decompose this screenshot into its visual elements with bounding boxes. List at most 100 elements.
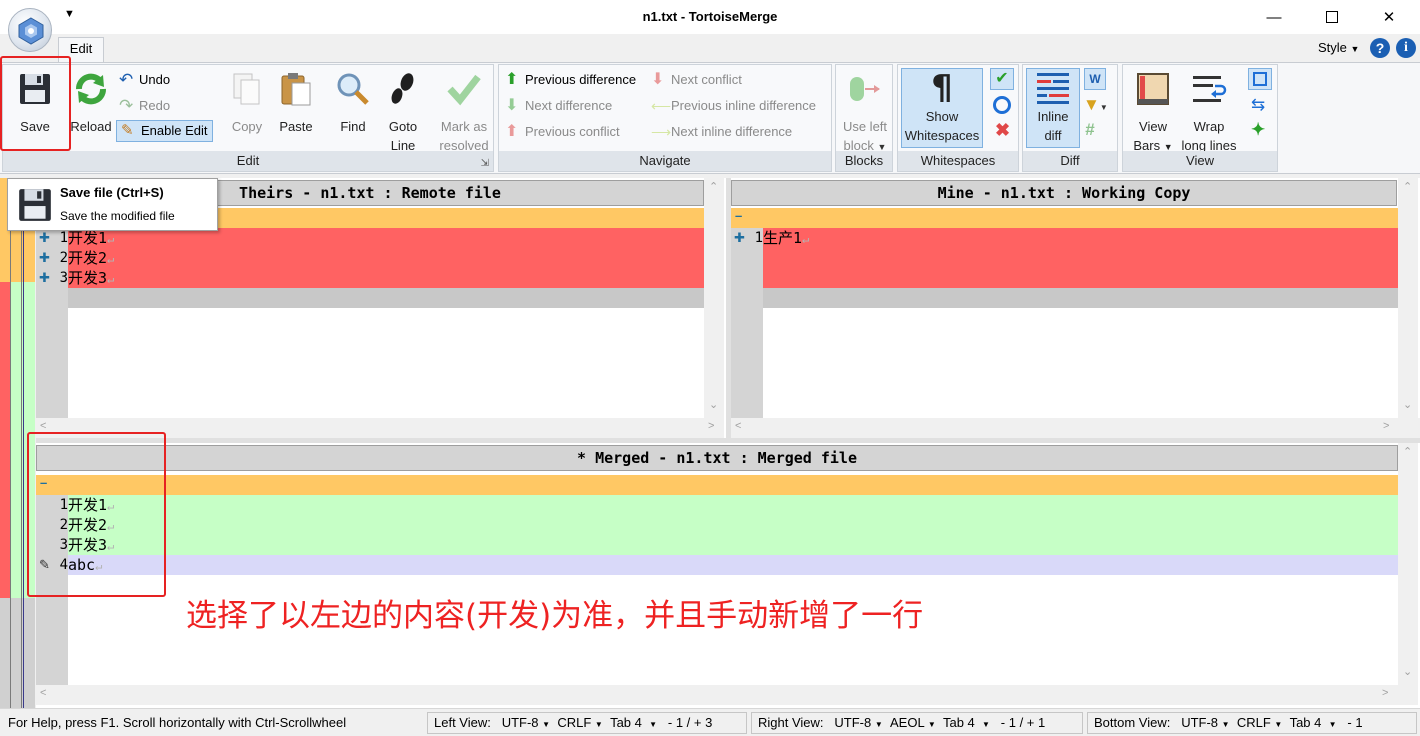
arrow-left-icon: ⟵ (651, 98, 672, 114)
paste-button[interactable]: Paste (273, 69, 319, 136)
pilcrow-icon: ¶ (931, 68, 953, 108)
chevron-down-icon[interactable]: ▼ (1329, 720, 1337, 729)
copy-icon (233, 73, 260, 105)
ignore-whitespace-check-icon[interactable]: ✔ (990, 68, 1014, 90)
help-icon[interactable]: ? (1370, 38, 1390, 58)
show-whitespaces-button[interactable]: ¶ Show Whitespaces (901, 68, 983, 148)
next-inline-difference-button[interactable]: ⟶ Next inline difference (651, 121, 792, 143)
chevron-down-icon[interactable]: ▼ (595, 720, 603, 729)
inline-diff-button[interactable]: Inline diff (1026, 68, 1080, 148)
theirs-vertical-scrollbar[interactable]: ⌃ ⌄ (704, 178, 724, 418)
bottom-view-label: Bottom View: (1094, 715, 1171, 730)
collapse-icon[interactable]: ✦ (1251, 120, 1265, 140)
view-bars-icon (1137, 73, 1169, 105)
floppy-disk-icon (19, 189, 51, 221)
close-button[interactable]: ✕ (1366, 0, 1412, 34)
mark-resolved-button[interactable]: Mark as resolved (435, 69, 493, 155)
case-icon[interactable]: # (1085, 120, 1094, 140)
edit-group: Save Reload ↶ Undo ↷ Redo ✎ Enable Edit … (2, 64, 494, 172)
bottom-encoding-select[interactable]: UTF-8 (1181, 715, 1218, 730)
code-line[interactable]: ✚ 1 开发1↵ (36, 228, 696, 248)
filter-icon[interactable]: ▼▼ (1083, 95, 1108, 115)
merged-pane[interactable]: * Merged - n1.txt : Merged file – 1 开发1↵ 2… (36, 443, 1420, 708)
maximize-button[interactable] (1309, 0, 1355, 34)
undo-button[interactable]: ↶ Undo (119, 69, 170, 91)
code-line[interactable]: ✚ 2 开发2↵ (36, 248, 696, 268)
undo-icon: ↶ (119, 70, 134, 89)
diff-label: diff (1044, 128, 1062, 143)
chevron-down-icon[interactable]: ▼ (875, 720, 883, 729)
info-icon[interactable]: i (1396, 38, 1416, 58)
chevron-down-icon[interactable]: ▼ (928, 720, 936, 729)
goto-label: Goto (388, 119, 418, 134)
wrap-long-lines-button[interactable]: Wrap long lines (1177, 69, 1241, 155)
line-text: 开发3 (68, 269, 108, 287)
chevron-down-icon[interactable]: ▼ (542, 720, 550, 729)
line-text: 生产1 (763, 229, 803, 247)
right-eol-select[interactable]: AEOL (890, 715, 924, 730)
chevron-down-icon[interactable]: ▼ (1274, 720, 1282, 729)
previous-inline-difference-button[interactable]: ⟵ Previous inline difference (651, 95, 816, 117)
tooltip-title: Save file (Ctrl+S) (60, 185, 164, 200)
use-block-icon (850, 77, 880, 101)
mine-vertical-scrollbar[interactable]: ⌃ ⌄ (1398, 178, 1418, 418)
mine-pane[interactable]: Mine - n1.txt : Working Copy – ✚ 1 生产1↵ ⌃ … (731, 178, 1420, 438)
redo-button[interactable]: ↷ Redo (119, 95, 170, 117)
next-difference-button[interactable]: ⬇ Next difference (505, 95, 612, 117)
ignore-whitespace-circle-icon[interactable] (993, 96, 1011, 114)
next-inline-difference-label: Next inline difference (671, 124, 793, 139)
style-menu[interactable]: Style ▼ (1318, 40, 1359, 55)
merged-vertical-scrollbar[interactable]: ⌃ ⌄ (1398, 443, 1418, 685)
mine-horizontal-scrollbar[interactable]: < > (731, 418, 1420, 438)
paste-label: Paste (279, 119, 313, 134)
dialog-launcher-icon[interactable]: ⇲ (481, 158, 489, 169)
maximize-icon (1326, 11, 1338, 23)
next-conflict-button[interactable]: ⬇ Next conflict (651, 69, 742, 91)
whitespaces-group: ¶ Show Whitespaces ✔ ✖ Whitespaces (897, 64, 1019, 172)
use-left-block-button[interactable]: Use left block ▼ (838, 69, 892, 157)
app-menu-button[interactable] (8, 8, 52, 52)
copy-button[interactable]: Copy (225, 69, 269, 136)
merged-pane-header: * Merged - n1.txt : Merged file (36, 445, 1398, 471)
chevron-down-icon[interactable]: ▼ (1222, 720, 1230, 729)
chevron-down-icon[interactable]: ▼ (649, 720, 657, 729)
one-pane-view-icon[interactable] (1248, 68, 1272, 90)
left-eol-select[interactable]: CRLF (557, 715, 591, 730)
status-bar: For Help, press F1. Scroll horizontally … (0, 708, 1420, 736)
pencil-icon: ✎ (121, 122, 134, 139)
missing-line-icon: – (735, 208, 743, 223)
minimize-button[interactable]: — (1251, 0, 1297, 34)
view-bars-button[interactable]: View Bars ▼ (1127, 69, 1179, 157)
reload-label: Reload (70, 119, 112, 134)
chevron-down-icon[interactable]: ▼ (982, 720, 990, 729)
goto-line-button[interactable]: Goto Line (381, 69, 425, 155)
previous-conflict-button[interactable]: ⬆ Previous conflict (505, 121, 620, 143)
word-diff-icon[interactable]: W (1084, 68, 1106, 90)
mark-as-label: Mark as (440, 119, 488, 134)
merged-horizontal-scrollbar[interactable]: < > (36, 685, 1418, 705)
whitespace-cross-icon[interactable]: ✖ (995, 120, 1010, 141)
enable-edit-button[interactable]: ✎ Enable Edit (116, 120, 213, 142)
chevron-down-icon: ▼ (1350, 44, 1360, 54)
swap-icon[interactable]: ⇆ (1251, 95, 1265, 115)
view-group-label: View (1123, 151, 1277, 171)
paste-icon (281, 73, 311, 106)
previous-difference-button[interactable]: ⬆ Previous difference (505, 69, 636, 91)
left-encoding-select[interactable]: UTF-8 (502, 715, 539, 730)
code-line[interactable]: ✚ 1 生产1↵ (731, 228, 1391, 248)
view-group: View Bars ▼ Wrap long lines ⇆ ✦ View (1122, 64, 1278, 172)
bottom-tab-select[interactable]: Tab 4 (1290, 715, 1322, 730)
window-title: n1.txt - TortoiseMerge (642, 9, 778, 24)
right-tab-select[interactable]: Tab 4 (943, 715, 975, 730)
status-help-text: For Help, press F1. Scroll horizontally … (8, 715, 347, 730)
vertical-splitter[interactable] (726, 178, 731, 440)
bottom-eol-select[interactable]: CRLF (1237, 715, 1271, 730)
left-tab-select[interactable]: Tab 4 (610, 715, 642, 730)
eol-icon: ↵ (802, 232, 810, 246)
find-button[interactable]: Find (331, 69, 375, 136)
reload-button[interactable]: Reload (67, 69, 115, 136)
arrow-right-icon: ⟶ (651, 124, 672, 140)
line-number: 3 (59, 270, 68, 286)
code-line[interactable]: ✚ 3 开发3↵ (36, 268, 696, 288)
right-encoding-select[interactable]: UTF-8 (834, 715, 871, 730)
